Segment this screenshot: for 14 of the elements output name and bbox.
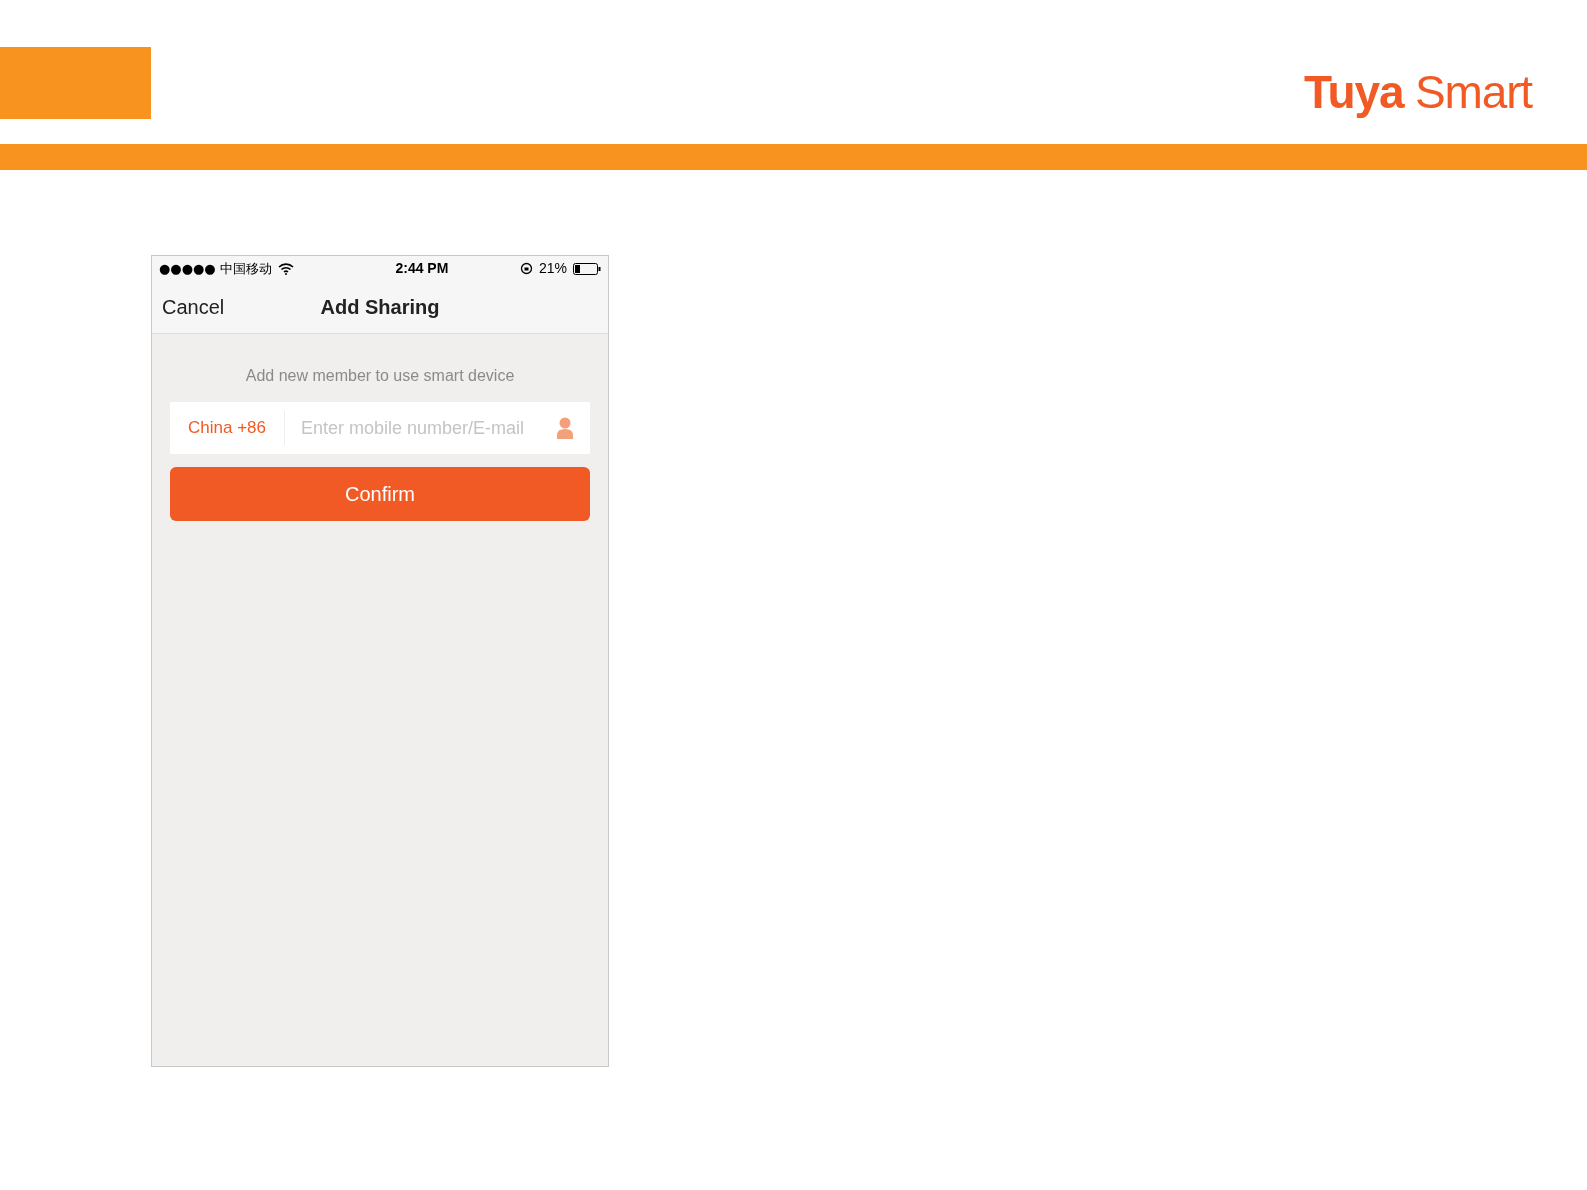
screen-title: Add Sharing — [320, 295, 440, 320]
instruction-text: Add new member to use smart device — [244, 366, 516, 386]
confirm-button[interactable]: Confirm — [170, 467, 590, 521]
phone-email-field[interactable]: China +86 Enter mobile number/E-mail — [170, 402, 590, 454]
logo-text: Tuya Smart — [1304, 65, 1532, 120]
battery-percent: 21% — [538, 259, 567, 278]
cancel-button[interactable]: Cancel — [162, 292, 225, 322]
wifi-icon — [277, 262, 294, 275]
carrier-text: ●●●●● 中国移动 — [159, 259, 272, 278]
rotation-lock-icon — [519, 262, 533, 275]
status-time: 2:44 PM — [395, 259, 449, 278]
battery-icon — [573, 262, 601, 275]
contact-person-icon[interactable] — [556, 417, 574, 439]
country-code-selector[interactable]: China +86 — [170, 411, 285, 445]
